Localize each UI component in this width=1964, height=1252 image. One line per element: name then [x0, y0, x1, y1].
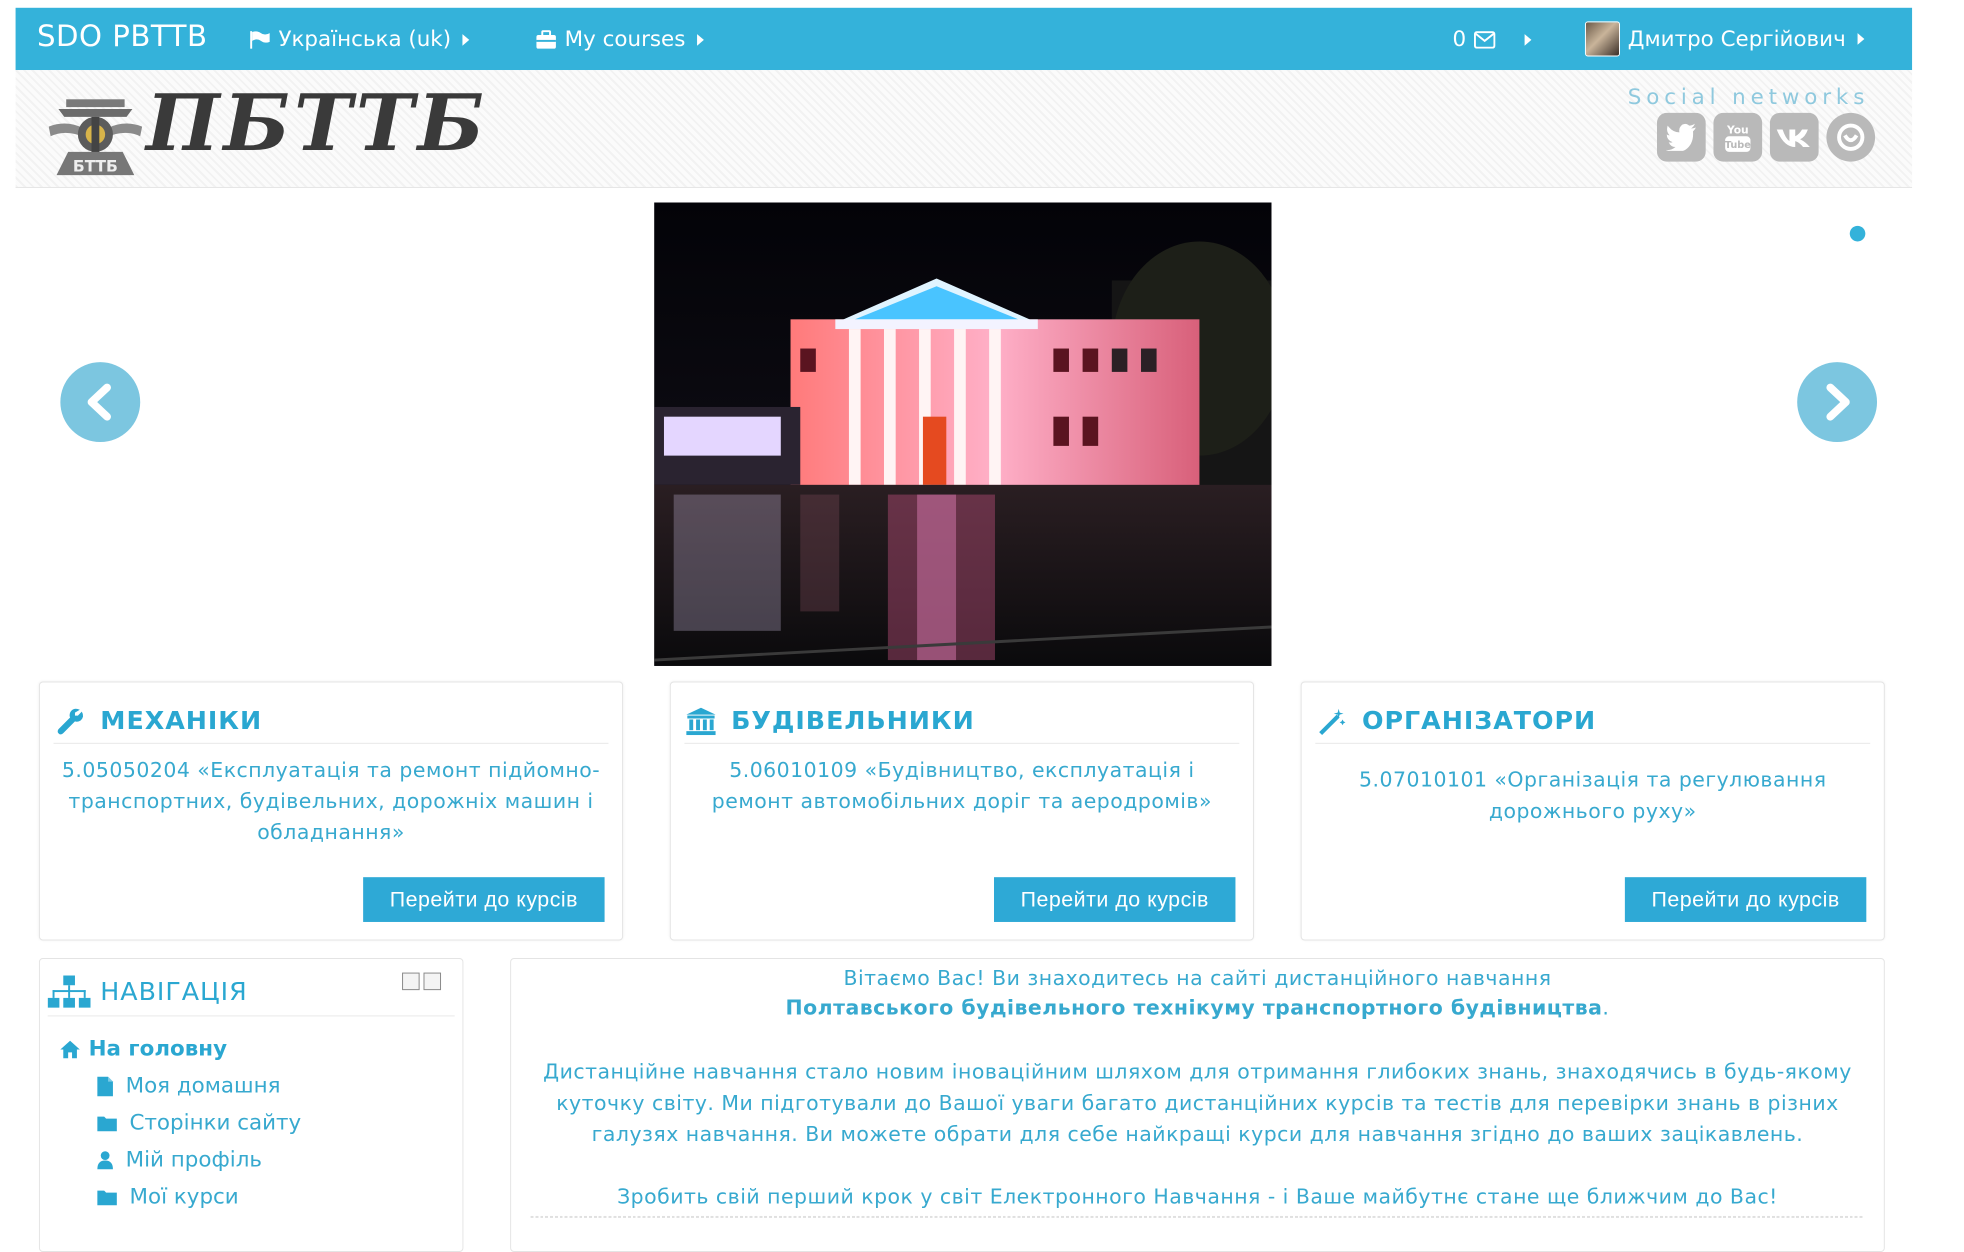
chevron-right-icon	[1826, 383, 1850, 421]
go-to-courses-button[interactable]: Перейти до курсів	[1624, 877, 1867, 922]
youtube-icon[interactable]: You Tube	[1713, 112, 1763, 162]
college-name-suffix: .	[1602, 995, 1610, 1020]
nav-item-label: Мої курси	[129, 1184, 239, 1210]
welcome-call-to-action: Зробить свій перший крок у світ Електрон…	[617, 1184, 1778, 1209]
file-icon	[97, 1076, 113, 1096]
card-title: ОРГАНІЗАТОРИ	[1362, 706, 1597, 737]
card-title: МЕХАНІКИ	[100, 706, 263, 737]
magic-wand-icon	[1315, 705, 1348, 738]
caret-right-icon	[1524, 33, 1532, 46]
college-emblem-icon[interactable]: БТТБ	[48, 92, 143, 176]
card-header: БУДІВЕЛЬНИКИ	[684, 700, 1240, 744]
slider-next-button[interactable]	[1797, 362, 1878, 442]
slider-image	[654, 202, 1272, 666]
nav-home-label: На головну	[88, 1036, 228, 1062]
page-header: БТТБ ПБТТБ Social networks You Tube	[15, 70, 1913, 188]
dock-icon[interactable]	[423, 972, 442, 991]
college-name: Полтавського будівельного технікуму тран…	[511, 996, 1884, 1019]
course-card-mechanics: МЕХАНІКИ 5.05050204 «Експлуатація та рем…	[38, 681, 624, 941]
course-card-organizers: ОРГАНІЗАТОРИ 5.07010101 «Організація та …	[1300, 681, 1885, 941]
svg-text:You: You	[1726, 123, 1749, 136]
card-title: БУДІВЕЛЬНИКИ	[731, 706, 975, 737]
nav-item-site-pages[interactable]: Сторінки сайту	[96, 1111, 301, 1135]
language-menu[interactable]: Українська (uk)	[249, 27, 470, 52]
bank-icon	[684, 705, 717, 738]
user-icon	[97, 1150, 113, 1169]
card-header: ОРГАНІЗАТОРИ	[1315, 700, 1871, 744]
slider-dot[interactable]	[1849, 225, 1866, 242]
chevron-left-icon	[87, 383, 111, 421]
user-menu[interactable]: Дмитро Сергійович	[1584, 21, 1865, 57]
envelope-icon	[1473, 30, 1496, 49]
navigation-block: НАВІГАЦІЯ На головну Моя домашня Сторінк…	[38, 957, 464, 1252]
card-description: 5.05050204 «Експлуатація та ремонт підйо…	[61, 758, 601, 845]
nav-item-label: Мій профіль	[125, 1147, 263, 1173]
user-name: Дмитро Сергійович	[1627, 26, 1846, 52]
my-courses-menu[interactable]: My courses	[535, 27, 704, 52]
nav-item-my-courses[interactable]: Мої курси	[96, 1184, 239, 1210]
card-description: 5.07010101 «Організація та регулювання д…	[1359, 768, 1827, 823]
user-avatar	[1584, 21, 1621, 57]
caret-right-icon	[462, 33, 470, 46]
nav-item-label: Моя домашня	[125, 1073, 281, 1099]
go-to-courses-button[interactable]: Перейти до курсів	[994, 877, 1236, 922]
caret-right-icon	[697, 33, 704, 46]
language-label: Українська (uk)	[278, 27, 452, 52]
cropped-top-text	[0, 0, 1913, 8]
nav-item-label: Сторінки сайту	[129, 1110, 302, 1136]
site-logo-text[interactable]: ПБТТБ	[146, 84, 488, 162]
svg-text:БТТБ: БТТБ	[73, 157, 118, 175]
other-social-icon[interactable]	[1826, 112, 1876, 162]
welcome-line: Вітаємо Вас! Ви знаходитесь на сайті дис…	[843, 966, 1552, 991]
briefcase-icon	[536, 29, 556, 49]
social-icons: You Tube	[1657, 112, 1876, 162]
navigation-title: НАВІГАЦІЯ	[100, 977, 248, 1007]
go-to-courses-button[interactable]: Перейти до курсів	[363, 877, 605, 922]
card-description: 5.06010109 «Будівництво, експлуатація і …	[711, 758, 1212, 813]
messages-count: 0	[1452, 27, 1467, 52]
social-networks-label: Social networks	[1627, 85, 1870, 111]
messages-menu[interactable]: 0	[1452, 27, 1532, 52]
sitemap-icon	[47, 975, 91, 1008]
my-courses-label: My courses	[564, 27, 686, 52]
navigation-header: НАВІГАЦІЯ	[47, 969, 455, 1017]
nav-item-my-home[interactable]: Моя домашня	[96, 1073, 281, 1099]
folder-icon	[97, 1190, 117, 1205]
flag-icon	[250, 30, 270, 49]
twitter-icon[interactable]	[1657, 112, 1706, 162]
welcome-paragraph: Дистанційне навчання стало новим іноваці…	[543, 1060, 1852, 1146]
card-header: МЕХАНІКИ	[53, 700, 609, 744]
site-brand-link[interactable]: SDO PBTTB	[37, 19, 208, 53]
course-card-builders: БУДІВЕЛЬНИКИ 5.06010109 «Будівництво, ек…	[669, 681, 1254, 941]
vk-icon[interactable]	[1769, 112, 1819, 162]
wrench-icon	[54, 705, 87, 738]
top-navbar: SDO PBTTB Українська (uk) My courses 0 Д…	[15, 7, 1913, 71]
college-name-bold: Полтавського будівельного технікуму тран…	[785, 995, 1603, 1020]
nav-item-my-profile[interactable]: Мій профіль	[96, 1148, 262, 1172]
svg-text:Tube: Tube	[1725, 140, 1751, 151]
slider-prev-button[interactable]	[60, 362, 141, 442]
home-icon	[60, 1040, 80, 1058]
folder-icon	[97, 1116, 117, 1131]
divider	[530, 1215, 1865, 1218]
nav-home-link[interactable]: На головну	[59, 1037, 227, 1061]
block-controls	[402, 972, 442, 991]
welcome-block: Вітаємо Вас! Ви знаходитесь на сайті дис…	[510, 957, 1885, 1252]
collapse-icon[interactable]	[402, 972, 420, 991]
caret-right-icon	[1857, 33, 1865, 45]
